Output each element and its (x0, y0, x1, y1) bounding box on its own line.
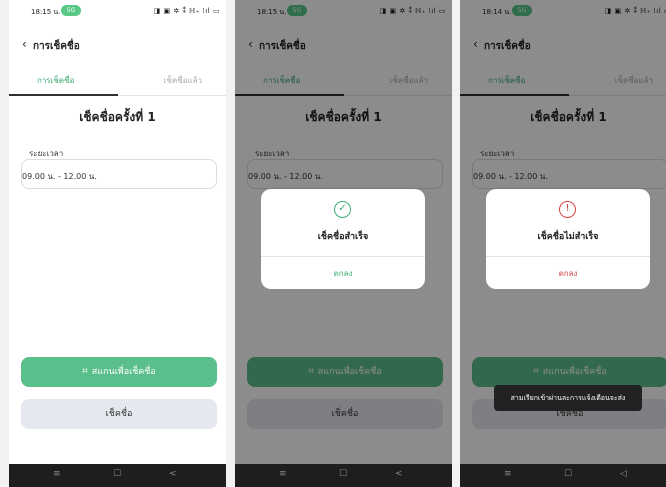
qr-scan-icon: ⌗ (82, 366, 88, 377)
recents-icon[interactable]: ≡ (53, 469, 61, 479)
phone-screen-success: 18:15 น. 5G ◨ ▣ ✲ ⁑ ℍ₊ ⁞ıl ▭ ‹ การเช็คชื… (235, 0, 452, 487)
screenshot-stage: 18:15 น. 5G ◨ ▣ ✲ ⁑ ℍ₊ ⁞ıl ▭ ‹ การเช็คชื… (0, 0, 666, 487)
dialog-message: เช็คชื่อไม่สำเร็จ (537, 232, 599, 242)
status-time: 18:15 น. (31, 8, 61, 16)
active-tab-indicator (9, 94, 118, 96)
phone-screen-failure: 18:14 น. 5G ◨ ▣ ✲ ⁑ ℍ₊ ⁞ıl ▭ ‹ การเช็คชื… (460, 0, 666, 487)
status-bar: 18:15 น. 5G ◨ ▣ ✲ ⁑ ℍ₊ ⁞ıl ▭ (9, 0, 226, 22)
back-chevron-icon[interactable]: ‹ (22, 37, 27, 51)
toast-message: สามเรียกเข้าผ่านละการแจ้งเตือนจะส่ง (494, 385, 642, 411)
checkin-button[interactable]: เช็คชื่อ (21, 399, 217, 429)
success-dialog: ✓ เช็คชื่อสำเร็จ ตกลง (261, 189, 425, 289)
app-bar: ‹ การเช็คชื่อ (9, 35, 226, 55)
home-icon[interactable]: ☐ (113, 469, 121, 479)
back-icon[interactable]: < (395, 469, 403, 479)
tab-checkin[interactable]: การเช็คชื่อ (37, 74, 74, 87)
system-nav-bar: ≡ ☐ < (235, 464, 452, 487)
dialog-ok-button[interactable]: ตกลง (261, 267, 425, 280)
back-icon[interactable]: ◁ (620, 469, 627, 479)
back-icon[interactable]: < (169, 469, 177, 479)
phone-screen-default: 18:15 น. 5G ◨ ▣ ✲ ⁑ ℍ₊ ⁞ıl ▭ ‹ การเช็คชื… (9, 0, 226, 487)
page-title: การเช็คชื่อ (33, 41, 80, 52)
recents-icon[interactable]: ≡ (279, 469, 287, 479)
duration-field: 09.00 น. - 12.00 น. (21, 159, 217, 189)
home-icon[interactable]: ☐ (564, 469, 572, 479)
scan-button-label: สแกนเพื่อเช็คชื่อ (91, 367, 156, 377)
alert-circle-icon: ! (559, 201, 576, 218)
dialog-ok-button[interactable]: ตกลง (486, 267, 650, 280)
duration-value: 09.00 น. - 12.00 น. (22, 172, 97, 181)
check-circle-icon: ✓ (334, 201, 351, 218)
failure-dialog: ! เช็คชื่อไม่สำเร็จ ตกลง (486, 189, 650, 289)
recents-icon[interactable]: ≡ (504, 469, 512, 479)
tab-checked-in[interactable]: เช็คชื่อแล้ว (164, 74, 202, 87)
session-heading: เช็คชื่อครั้งที่ 1 (79, 110, 156, 124)
system-nav-bar: ≡ ☐ ◁ (460, 464, 666, 487)
dialog-message: เช็คชื่อสำเร็จ (317, 232, 369, 242)
dialog-divider (261, 256, 425, 257)
system-nav-bar: ≡ ☐ < (9, 464, 226, 487)
home-icon[interactable]: ☐ (339, 469, 347, 479)
tab-bar: การเช็คชื่อ เช็คชื่อแล้ว (9, 70, 226, 96)
scan-to-checkin-button[interactable]: ⌗ สแกนเพื่อเช็คชื่อ (21, 357, 217, 387)
dialog-divider (486, 256, 650, 257)
system-icons: ◨ ▣ ✲ ⁑ ℍ₊ ⁞ıl ▭ (153, 7, 220, 15)
network-badge: 5G (61, 5, 81, 16)
